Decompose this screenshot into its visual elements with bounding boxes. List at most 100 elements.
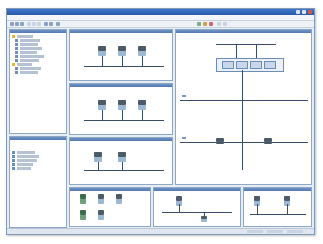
- list-item-label: [17, 155, 39, 158]
- minimize-icon[interactable]: [296, 10, 301, 14]
- close-icon[interactable]: [308, 10, 312, 14]
- connector-line: [122, 56, 123, 66]
- tree-item-label: [20, 71, 38, 74]
- network-bus-line: [180, 142, 308, 143]
- device-icon: [15, 43, 18, 46]
- network-view-1-header: [70, 30, 172, 33]
- connector-line: [179, 204, 180, 212]
- device-icon[interactable]: [98, 194, 104, 204]
- status-bar: [7, 228, 314, 234]
- view-icon[interactable]: [217, 22, 221, 26]
- item-icon: [12, 155, 15, 158]
- item-icon: [12, 163, 15, 166]
- network-view-2[interactable]: [69, 83, 173, 135]
- device-icon: [15, 59, 18, 62]
- copy-icon[interactable]: [32, 22, 36, 26]
- list-item[interactable]: [12, 167, 64, 170]
- topology-diagram-header: [176, 30, 311, 33]
- undo-icon[interactable]: [44, 22, 48, 26]
- device-icon[interactable]: [116, 194, 122, 204]
- tree-item[interactable]: [15, 39, 64, 42]
- bus-line: [84, 66, 164, 67]
- segment-view-window[interactable]: [153, 187, 241, 227]
- save-icon[interactable]: [20, 22, 24, 26]
- network-view-3[interactable]: [69, 137, 173, 185]
- help-icon[interactable]: [209, 22, 213, 26]
- tree-item[interactable]: [15, 43, 64, 46]
- device-icon[interactable]: [98, 46, 106, 56]
- paste-icon[interactable]: [37, 22, 41, 26]
- tree-item[interactable]: [15, 59, 64, 62]
- tree-item[interactable]: [15, 47, 64, 50]
- settings-icon[interactable]: [203, 22, 207, 26]
- new-icon[interactable]: [10, 22, 14, 26]
- device-icon[interactable]: [118, 100, 126, 110]
- status-segment: [267, 230, 283, 233]
- device-palette-header: [70, 188, 150, 191]
- connector-line: [257, 204, 258, 214]
- maximize-icon[interactable]: [302, 10, 307, 14]
- device-icon[interactable]: [264, 138, 272, 148]
- device-icon[interactable]: [118, 152, 126, 162]
- device-palette-window[interactable]: [69, 187, 151, 227]
- device-icon[interactable]: [94, 152, 102, 162]
- device-icon: [15, 67, 18, 70]
- item-icon: [12, 159, 15, 162]
- tree-item[interactable]: [12, 35, 64, 38]
- folder-icon: [12, 63, 15, 66]
- project-tree-panel: [9, 29, 67, 134]
- redo-icon[interactable]: [49, 22, 53, 26]
- grid-icon[interactable]: [223, 22, 227, 26]
- module-slot[interactable]: [236, 61, 248, 69]
- tree-item[interactable]: [15, 55, 64, 58]
- connector-line: [287, 204, 288, 214]
- device-icon[interactable]: [80, 194, 86, 204]
- module-slot[interactable]: [250, 61, 262, 69]
- toolbar: [7, 21, 314, 28]
- detail-view-window[interactable]: [243, 187, 312, 227]
- list-item[interactable]: [12, 155, 64, 158]
- module-slot[interactable]: [264, 61, 276, 69]
- tree-item[interactable]: [12, 63, 64, 66]
- list-item-label: [17, 151, 35, 154]
- zoom-icon[interactable]: [56, 22, 60, 26]
- topology-diagram-window[interactable]: [175, 29, 312, 185]
- tree-item[interactable]: [15, 67, 64, 70]
- trunk-line: [242, 70, 243, 170]
- device-icon[interactable]: [98, 100, 106, 110]
- device-icon[interactable]: [201, 216, 207, 222]
- list-item[interactable]: [12, 159, 64, 162]
- list-item-label: [17, 159, 37, 162]
- device-icon[interactable]: [98, 210, 104, 220]
- device-icon[interactable]: [80, 210, 86, 220]
- list-item[interactable]: [12, 151, 64, 154]
- module-slot[interactable]: [222, 61, 234, 69]
- project-tree-header: [10, 30, 66, 33]
- device-icon[interactable]: [284, 196, 290, 206]
- device-icon[interactable]: [216, 138, 224, 148]
- item-icon: [12, 151, 15, 154]
- device-icon[interactable]: [118, 46, 126, 56]
- network-view-1[interactable]: [69, 29, 173, 81]
- tree-item[interactable]: [15, 51, 64, 54]
- device-icon[interactable]: [176, 196, 182, 206]
- bus-line: [162, 212, 232, 213]
- upper-bus-line: [216, 44, 276, 45]
- list-item-label: [17, 167, 31, 170]
- connector-line: [122, 162, 123, 170]
- device-icon[interactable]: [254, 196, 260, 206]
- tree-item-label: [20, 59, 39, 62]
- tree-item-label: [20, 51, 37, 54]
- device-icon[interactable]: [138, 100, 146, 110]
- connector-line: [102, 56, 103, 66]
- tree-item[interactable]: [15, 71, 64, 74]
- tree-item-label: [17, 63, 32, 66]
- folder-icon: [12, 35, 15, 38]
- network-icon[interactable]: [197, 22, 201, 26]
- list-item-label: [17, 163, 33, 166]
- cut-icon[interactable]: [27, 22, 31, 26]
- device-icon[interactable]: [138, 46, 146, 56]
- open-icon[interactable]: [15, 22, 19, 26]
- list-item[interactable]: [12, 163, 64, 166]
- device-icon: [15, 51, 18, 54]
